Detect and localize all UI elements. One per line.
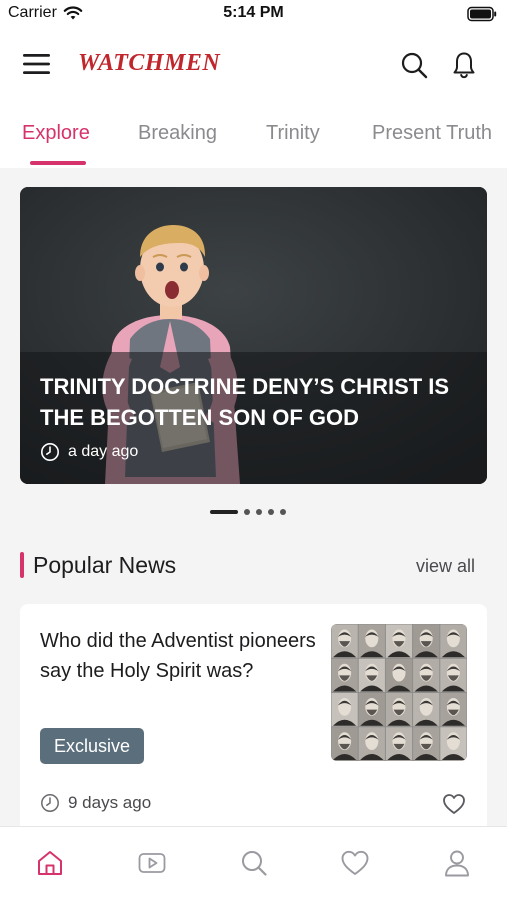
status-bar: Carrier 5:14 PM (0, 0, 507, 30)
view-all-link[interactable]: view all (416, 556, 475, 577)
carousel-indicator (210, 508, 286, 516)
tab-trinity[interactable]: Trinity (266, 122, 320, 145)
featured-time-label: a day ago (68, 443, 139, 460)
active-tab-indicator (30, 161, 86, 165)
exclusive-badge: Exclusive (40, 728, 145, 764)
menu-icon[interactable] (22, 52, 52, 76)
bottom-navigation (0, 826, 507, 900)
battery-icon (467, 6, 497, 22)
tab-explore[interactable]: Explore (22, 122, 90, 145)
heart-icon[interactable] (441, 791, 467, 817)
news-card-timestamp: 9 days ago (40, 793, 151, 813)
section-title: Popular News (33, 552, 177, 578)
carousel-dot[interactable] (244, 509, 250, 515)
video-icon[interactable] (136, 847, 168, 879)
news-card-image (331, 624, 467, 761)
news-time-label: 9 days ago (68, 793, 152, 812)
news-card[interactable]: Who did the Adventist pioneers say the H… (20, 604, 487, 834)
clock-icon (41, 443, 59, 461)
clock-icon (41, 794, 59, 812)
search-icon[interactable] (399, 50, 429, 80)
home-icon[interactable] (34, 847, 66, 879)
brand-logo: WATCHMEN (78, 50, 221, 76)
carousel-dot[interactable] (256, 509, 262, 515)
app-bar: WATCHMEN (0, 30, 507, 100)
section-accent-bar (20, 552, 24, 578)
tab-present-truth[interactable]: Present Truth (372, 122, 492, 145)
carousel-dot[interactable] (280, 509, 286, 515)
featured-article-card[interactable]: TRINITY DOCTRINE DENY’S CHRIST IS THE BE… (20, 187, 487, 484)
profile-icon[interactable] (441, 847, 473, 879)
featured-article-title[interactable]: TRINITY DOCTRINE DENY’S CHRIST IS THE BE… (40, 371, 460, 433)
search-icon[interactable] (238, 847, 270, 879)
app-screen: Carrier 5:14 PM WATCHMEN Explore Breakin… (0, 0, 507, 900)
carousel-dot[interactable] (268, 509, 274, 515)
heart-icon[interactable] (339, 847, 371, 879)
news-card-title[interactable]: Who did the Adventist pioneers say the H… (40, 626, 325, 686)
tab-breaking[interactable]: Breaking (138, 122, 217, 145)
status-time: 5:14 PM (223, 4, 284, 21)
category-tabs: Explore Breaking Trinity Present Truth (0, 100, 507, 168)
featured-article-timestamp: a day ago (40, 442, 138, 462)
bell-icon[interactable] (449, 50, 479, 80)
carousel-dot-active[interactable] (210, 510, 238, 514)
popular-news-header: Popular News view all (20, 548, 487, 584)
